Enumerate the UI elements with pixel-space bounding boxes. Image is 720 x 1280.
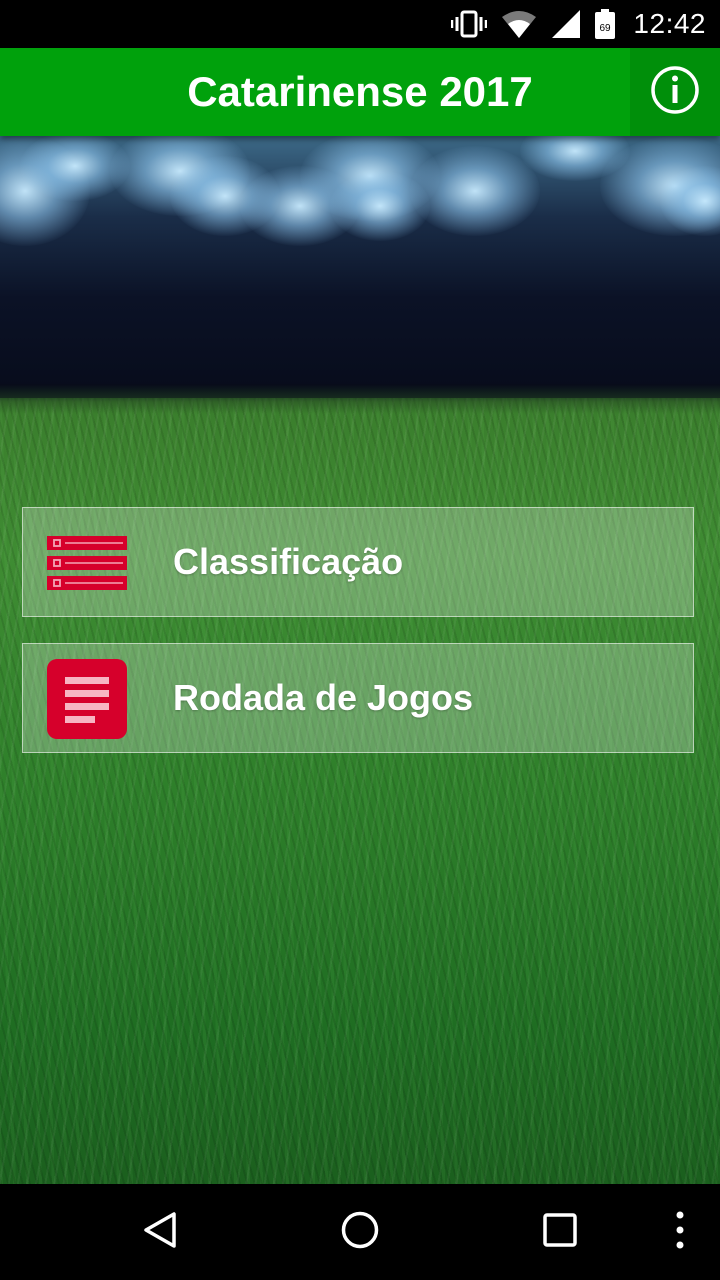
document-icon (47, 659, 127, 739)
status-icons: 69 12:42 (451, 0, 706, 48)
info-icon (650, 65, 700, 120)
app-title: Catarinense 2017 (187, 68, 533, 115)
overflow-menu-button[interactable] (656, 1184, 704, 1280)
grass-horizon (0, 384, 720, 414)
navigation-bar (0, 1184, 720, 1280)
menu-item-rodada-de-jogos[interactable]: Rodada de Jogos (22, 643, 694, 753)
battery-level: 69 (600, 23, 612, 34)
back-icon (140, 1210, 180, 1255)
home-icon (340, 1210, 380, 1255)
app-bar: Catarinense 2017 (0, 48, 720, 136)
home-button[interactable] (320, 1184, 400, 1280)
menu-item-label: Rodada de Jogos (173, 677, 474, 718)
menu-item-label: Classificação (173, 541, 404, 582)
recents-icon (540, 1210, 580, 1255)
signal-icon (551, 9, 581, 39)
stadium-sky (0, 136, 720, 406)
status-time: 12:42 (633, 8, 706, 39)
info-button[interactable] (630, 48, 720, 136)
overflow-menu-icon (674, 1210, 686, 1255)
wifi-icon (501, 9, 537, 39)
status-bar: 69 12:42 (0, 0, 720, 48)
standings-list-icon (47, 523, 127, 603)
battery-icon: 69 (595, 9, 616, 39)
recents-button[interactable] (520, 1184, 600, 1280)
menu-item-classificacao[interactable]: Classificação (22, 507, 694, 617)
vibrate-icon (451, 9, 488, 39)
back-button[interactable] (120, 1184, 200, 1280)
